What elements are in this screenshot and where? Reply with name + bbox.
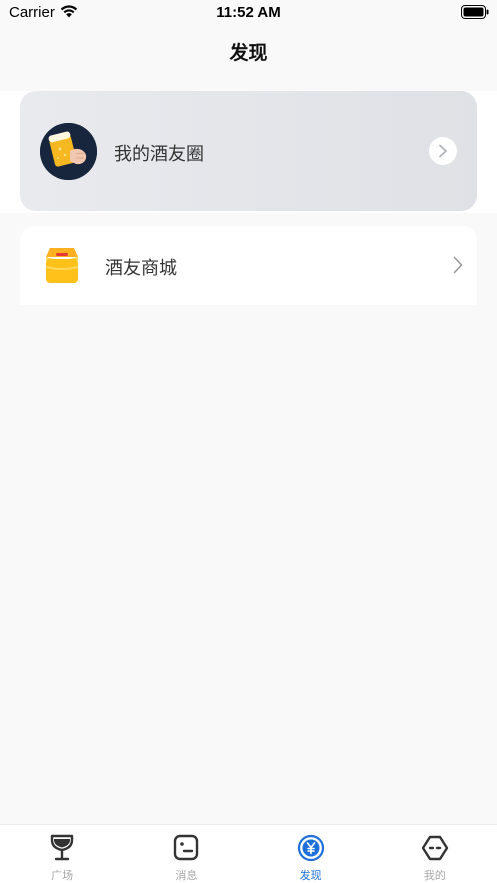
profile-face-icon	[421, 835, 449, 861]
tab-messages[interactable]: 消息	[124, 825, 248, 883]
tab-bar: 广场 消息 发现 我的	[0, 824, 497, 883]
my-moments-label: 我的酒友圈	[114, 144, 204, 165]
page-title: 发现	[229, 42, 268, 64]
tab-discover[interactable]: 发现	[249, 825, 373, 883]
tab-plaza[interactable]: 广场	[0, 825, 124, 883]
friends-mall-label: 酒友商城	[105, 258, 177, 279]
beer-mug-avatar-icon	[40, 123, 97, 180]
my-moments-card[interactable]: 我的酒友圈	[20, 91, 477, 211]
discover-screen: Carrier 11:52 AM 发现 我的酒友圈 酒友商城 广场 消息 发现 …	[0, 0, 497, 883]
wine-glass-icon	[50, 834, 74, 861]
status-bar: Carrier 11:52 AM	[0, 0, 497, 26]
discover-yen-icon	[297, 834, 324, 862]
clock: 11:52 AM	[216, 4, 281, 21]
tab-mine-label: 我的	[423, 869, 446, 882]
mall-chevron-right-icon	[453, 256, 463, 274]
tab-messages-label: 消息	[175, 869, 198, 882]
message-icon	[174, 834, 199, 861]
friends-mall-card[interactable]: 酒友商城	[20, 226, 477, 305]
tab-plaza-label: 广场	[51, 869, 74, 882]
tab-mine[interactable]: 我的	[373, 825, 497, 883]
moments-chevron-right-icon	[429, 137, 457, 165]
tab-discover-label: 发现	[299, 869, 322, 882]
shop-icon	[45, 248, 79, 283]
battery-icon	[461, 5, 489, 19]
